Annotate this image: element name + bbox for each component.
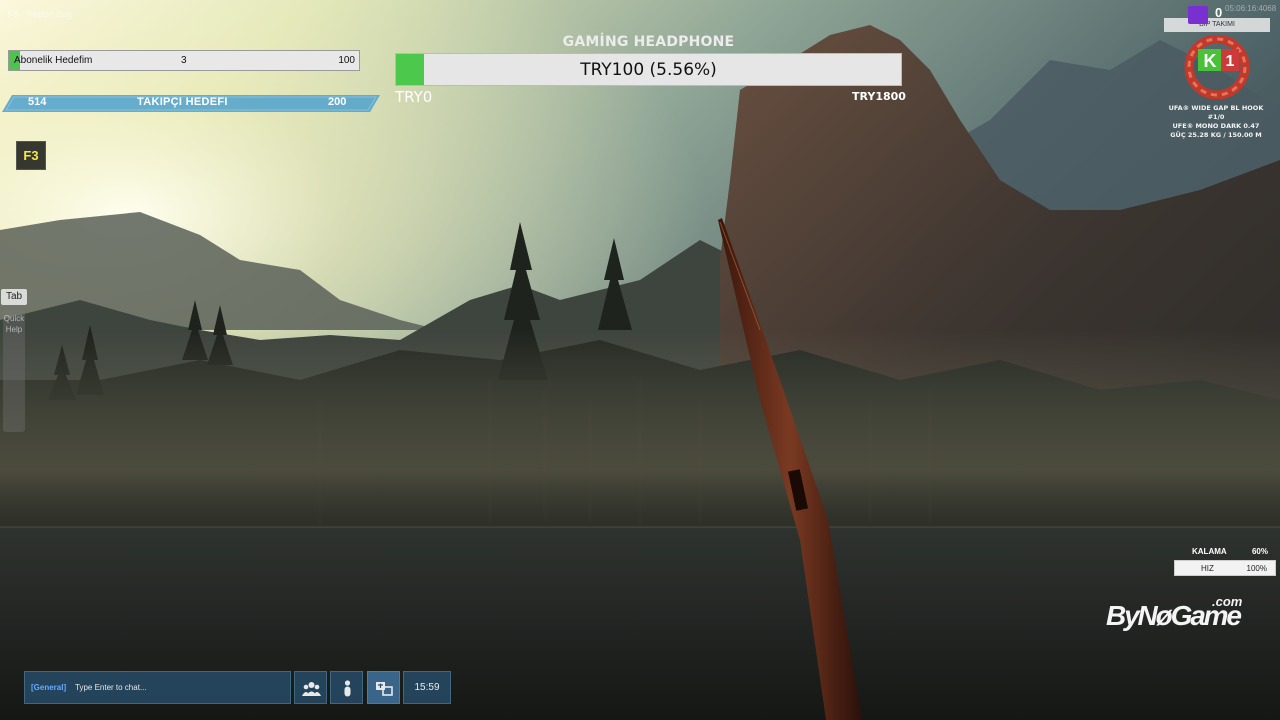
follower-goal-target: 200 [328,96,347,108]
subscriber-goal-label: Abonelik Hedefim [14,55,93,66]
donation-goal-max: TRY1800 [852,90,906,103]
subscriber-goal-bar: Abonelik Hedefim 3 100 [8,50,360,71]
report-bug-hint: F8 - Report Bug [8,9,73,19]
translate-icon [376,682,393,696]
quick-help-label: Quick Help [3,314,25,334]
speed-value: 100% [1246,564,1267,573]
watermark-logo: .com ByNøGame [1106,594,1243,631]
friends-button[interactable] [294,671,327,704]
subscriber-goal-current: 3 [181,55,187,66]
game-time: 15:59 [403,671,451,704]
translate-button[interactable] [367,671,400,704]
gear-strength: GÜÇ 25.28 KG / 150.00 M [1170,131,1262,139]
f3-hotkey-button[interactable]: F3 [16,141,46,170]
gear-info: UFA® WIDE GAP BL HOOK #1/0 UFE® MONO DAR… [1160,104,1272,140]
donation-goal-bar: TRY100 (5.56%) [395,53,902,86]
drag-readout: KALAMA 60% [1174,544,1276,560]
watermark-main: ByNøGame [1106,600,1242,631]
donation-goal-title: GAMİNG HEADPHONE [562,34,735,50]
subscriber-goal-target: 100 [338,55,355,66]
follower-goal-current: 514 [28,96,47,108]
tab-hotkey-button[interactable]: Tab [1,289,27,305]
timestamp-readout: 05:06:16:4068 [1225,4,1277,13]
tip-label: BIP TAKIMI [1164,18,1270,32]
friends-icon [302,682,321,696]
twitch-icon [1188,6,1208,24]
chat-placeholder: Type Enter to chat... [75,683,147,692]
tip-count: 0 [1215,5,1223,20]
gear-hook: UFA® WIDE GAP BL HOOK #1/0 [1168,104,1264,121]
chat-channel-label: [General] [31,683,67,692]
drag-label: KALAMA [1192,547,1227,556]
rank-letter: K [1204,51,1217,71]
chat-input[interactable]: [General] Type Enter to chat... [24,671,291,704]
donation-goal-progress-text: TRY100 (5.56%) [580,60,717,80]
donation-goal-min: TRY0 [395,88,433,106]
rank-emblem: K 1 [1184,35,1250,99]
rank-number: 1 [1226,53,1235,70]
gear-line: UFE® MONO DARK 0.47 [1172,122,1260,130]
drag-value: 60% [1251,547,1268,556]
quick-help-panel[interactable]: Quick Help [3,310,25,432]
follower-goal-label: TAKIPÇI HEDEFI [137,96,228,108]
speed-readout: HIZ 100% [1174,560,1276,576]
player-icon [344,680,351,697]
speed-label: HIZ [1201,564,1214,573]
follower-goal-bar: 514 TAKIPÇI HEDEFI 200 [2,95,380,112]
player-button[interactable] [330,671,363,704]
